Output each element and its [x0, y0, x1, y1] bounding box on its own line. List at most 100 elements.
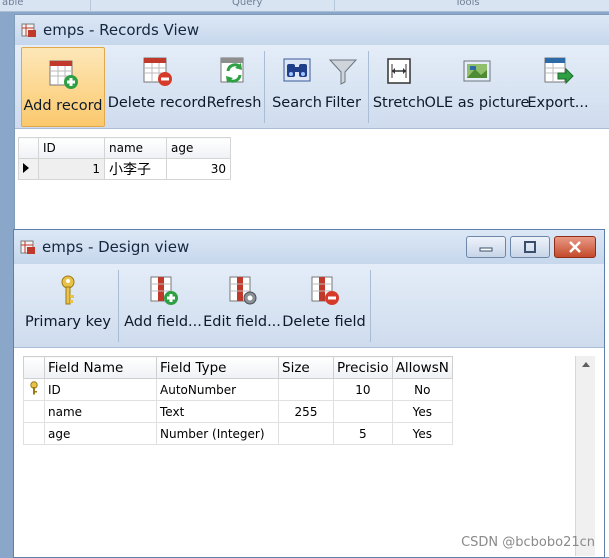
- table-row[interactable]: 1 小李子 30: [18, 158, 231, 180]
- table-icon: [20, 240, 35, 254]
- delete-field-button[interactable]: Delete field: [282, 264, 366, 348]
- cell-precision[interactable]: 5: [333, 422, 393, 445]
- scroll-up-arrow-icon[interactable]: [576, 356, 596, 372]
- maximize-icon: [524, 241, 536, 253]
- ribbon-caption-table: able: [2, 0, 24, 8]
- filter-button[interactable]: Filter: [323, 45, 363, 129]
- cell-allows-null[interactable]: Yes: [391, 400, 453, 423]
- cell-field-name[interactable]: age: [44, 422, 157, 445]
- cell-field-name[interactable]: ID: [44, 378, 157, 401]
- binoculars-icon: [283, 58, 311, 82]
- table-row[interactable]: ID AutoNumber 10 No: [23, 378, 453, 401]
- filter-funnel-icon: [328, 59, 358, 85]
- fields-grid: Field Name Field Type Size Precisio Allo…: [23, 356, 453, 445]
- minimize-icon: [479, 247, 493, 252]
- key-icon: [30, 381, 38, 395]
- design-toolbar: Primary key Add field... Edit field... D…: [14, 264, 604, 348]
- cell-field-type[interactable]: Number (Integer): [156, 422, 279, 445]
- edit-field-icon: [229, 276, 257, 305]
- add-field-label: Add field...: [124, 314, 202, 330]
- column-header-name[interactable]: name: [104, 137, 167, 159]
- vertical-scrollbar[interactable]: [575, 356, 595, 556]
- add-field-icon: [150, 276, 178, 305]
- row-selector-header: [23, 356, 45, 379]
- add-field-button[interactable]: Add field...: [124, 264, 202, 348]
- toolbar-separator: [118, 270, 119, 342]
- maximize-button[interactable]: [510, 236, 550, 258]
- records-grid: ID name age 1 小李子 30: [18, 137, 231, 180]
- toolbar-separator: [368, 51, 369, 123]
- close-button[interactable]: [554, 236, 596, 258]
- stretch-icon: [387, 58, 411, 84]
- cell-allows-null[interactable]: Yes: [391, 422, 453, 445]
- ribbon-separator: [334, 0, 335, 12]
- row-selector[interactable]: [23, 422, 45, 445]
- cell-allows-null[interactable]: No: [391, 378, 453, 401]
- column-header-allows-null[interactable]: AllowsN: [391, 356, 453, 379]
- export-icon: [544, 57, 574, 85]
- cell-field-name[interactable]: name: [44, 400, 157, 423]
- ole-as-picture-label: OLE as picture: [424, 95, 530, 111]
- column-header-id[interactable]: ID: [38, 137, 105, 159]
- cell-precision[interactable]: 10: [333, 378, 393, 401]
- records-grid-header: ID name age: [18, 137, 231, 159]
- add-record-button[interactable]: Add record: [21, 47, 105, 127]
- stretch-label: Stretch: [372, 95, 426, 111]
- row-pointer-icon: [23, 163, 29, 173]
- design-view-window: emps - Design view Primary key Add field…: [13, 229, 605, 558]
- table-row[interactable]: age Number (Integer) 5 Yes: [23, 422, 453, 445]
- design-view-title: emps - Design view: [42, 238, 190, 256]
- cell-id[interactable]: 1: [38, 158, 105, 180]
- toolbar-separator: [370, 270, 371, 342]
- minimize-button[interactable]: [466, 236, 506, 258]
- ribbon-caption-tools: Tools: [455, 0, 480, 8]
- delete-field-icon: [311, 276, 339, 305]
- column-header-field-name[interactable]: Field Name: [44, 356, 157, 379]
- cell-age[interactable]: 30: [166, 158, 231, 180]
- delete-field-label: Delete field: [282, 314, 366, 330]
- cell-size[interactable]: [278, 378, 334, 401]
- column-header-size[interactable]: Size: [278, 356, 334, 379]
- watermark: CSDN @bcbobo21cn: [461, 535, 595, 550]
- records-view-title: emps - Records View: [43, 21, 200, 39]
- primary-key-indicator: [23, 378, 45, 401]
- delete-record-label: Delete record: [107, 95, 207, 111]
- filter-label: Filter: [325, 95, 361, 111]
- primary-key-label: Primary key: [24, 314, 112, 330]
- primary-key-button[interactable]: Primary key: [24, 264, 112, 348]
- row-selector[interactable]: [23, 400, 45, 423]
- column-header-field-type[interactable]: Field Type: [156, 356, 279, 379]
- stretch-button[interactable]: Stretch: [373, 45, 425, 129]
- cell-field-type[interactable]: AutoNumber: [156, 378, 279, 401]
- column-header-age[interactable]: age: [166, 137, 231, 159]
- cell-name[interactable]: 小李子: [104, 158, 167, 180]
- add-record-label: Add record: [23, 98, 103, 114]
- cell-size[interactable]: [278, 422, 334, 445]
- column-header-precision[interactable]: Precisio: [333, 356, 393, 379]
- search-button[interactable]: Search: [269, 45, 325, 129]
- refresh-button[interactable]: Refresh: [207, 45, 261, 129]
- table-icon: [21, 23, 36, 37]
- refresh-label: Refresh: [206, 95, 262, 111]
- table-row[interactable]: name Text 255 Yes: [23, 400, 453, 423]
- delete-record-icon: [143, 57, 172, 86]
- edit-field-button[interactable]: Edit field...: [203, 264, 281, 348]
- export-button[interactable]: Export...: [527, 45, 589, 129]
- ole-as-picture-button[interactable]: OLE as picture: [424, 45, 530, 129]
- current-row-indicator[interactable]: [18, 158, 39, 180]
- toolbar-separator: [264, 51, 265, 123]
- picture-icon: [463, 60, 491, 82]
- key-icon: [61, 275, 75, 305]
- fields-grid-header: Field Name Field Type Size Precisio Allo…: [23, 356, 453, 379]
- ribbon-separator: [90, 0, 91, 12]
- records-toolbar: Add record Delete record Refresh Search …: [15, 45, 609, 129]
- delete-record-button[interactable]: Delete record: [107, 45, 207, 129]
- cell-precision[interactable]: [333, 400, 393, 423]
- cell-field-type[interactable]: Text: [156, 400, 279, 423]
- records-view-titlebar: emps - Records View: [15, 15, 609, 45]
- refresh-icon: [220, 57, 244, 83]
- export-label: Export...: [527, 95, 589, 111]
- edit-field-label: Edit field...: [203, 314, 281, 330]
- add-record-icon: [49, 60, 78, 89]
- cell-size[interactable]: 255: [278, 400, 334, 423]
